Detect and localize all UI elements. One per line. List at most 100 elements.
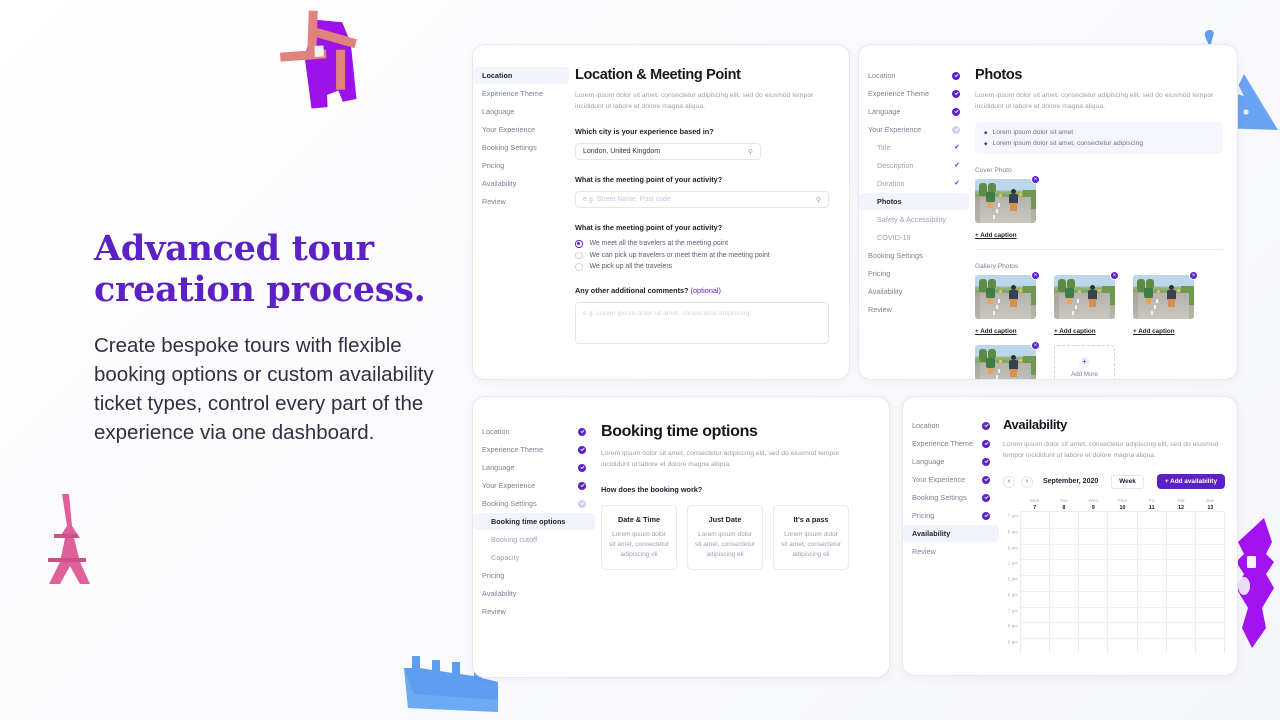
calendar-day-column[interactable] bbox=[1050, 512, 1080, 653]
sidebar-item-language[interactable]: Language bbox=[859, 103, 969, 120]
sidebar-item-experience-theme[interactable]: Experience Theme bbox=[473, 441, 595, 458]
sidebar-item-language[interactable]: Language bbox=[473, 103, 569, 120]
calendar-day-column[interactable] bbox=[1021, 512, 1051, 653]
sidebar-item-booking-settings[interactable]: Booking Settings bbox=[903, 489, 999, 506]
radio-button[interactable] bbox=[575, 251, 583, 259]
prev-week-button[interactable]: ‹ bbox=[1003, 475, 1015, 488]
radio-option[interactable]: We meet all the travelers at the meeting… bbox=[575, 240, 829, 248]
sidebar-item-safety-accessibility[interactable]: Safety & Accessibility bbox=[859, 211, 969, 228]
windmill-icon bbox=[279, 10, 357, 109]
wizard-nav-location[interactable]: Location Experience Theme Language Your Exp… bbox=[473, 45, 569, 379]
comments-textarea[interactable]: e.g. Lorem ipsum dolor sit amet, consect… bbox=[575, 301, 829, 344]
sidebar-item-booking-cutoff[interactable]: Booking cutoff bbox=[473, 531, 595, 548]
wizard-nav-availability[interactable]: Location Experience Theme Language Your Exp… bbox=[903, 397, 999, 675]
sidebar-item-label: Location bbox=[482, 71, 513, 80]
calendar-day-column[interactable] bbox=[1167, 512, 1196, 653]
availability-calendar[interactable]: 7 am 8 am 9 am 1 pm 5 pm 6 pm 7 pm 8 pm 9 pm Mon… bbox=[1003, 499, 1225, 656]
sidebar-item-review[interactable]: Review bbox=[903, 543, 999, 560]
calendar-day-name: Sat bbox=[1177, 499, 1185, 504]
add-caption-link[interactable]: + Add caption bbox=[1133, 328, 1194, 335]
add-caption-link[interactable]: + Add caption bbox=[975, 232, 1223, 239]
sidebar-item-your-experience[interactable]: Your Experience bbox=[473, 477, 595, 494]
calendar-day-column[interactable] bbox=[1138, 512, 1167, 653]
remove-photo-button[interactable]: × bbox=[1031, 341, 1040, 350]
cyclist-photo bbox=[975, 275, 1036, 319]
radio-button[interactable] bbox=[575, 240, 583, 248]
booking-option-tile[interactable]: Just Date Lorem ipsum dolor sit amet, con… bbox=[687, 505, 763, 571]
sidebar-item-label: Review bbox=[482, 607, 506, 616]
remove-photo-button[interactable]: × bbox=[1189, 271, 1198, 280]
radio-option[interactable]: We can pick up travelers or meet them at… bbox=[575, 251, 829, 259]
booking-option-tile[interactable]: It's a pass Lorem ipsum dolor sit amet, c… bbox=[773, 505, 849, 571]
photo-thumbnail[interactable]: × + Add caption bbox=[975, 175, 1223, 239]
calendar-day-column[interactable] bbox=[1108, 512, 1138, 653]
sidebar-item-pricing[interactable]: Pricing bbox=[473, 157, 569, 174]
meeting-point-input[interactable]: e.g. Street Name, Post code ⚲ bbox=[575, 191, 829, 208]
sidebar-item-title[interactable]: Title ✓ bbox=[859, 139, 969, 156]
sidebar-item-review[interactable]: Review bbox=[473, 603, 595, 620]
remove-photo-button[interactable]: × bbox=[1110, 271, 1119, 280]
next-week-button[interactable]: › bbox=[1021, 475, 1033, 488]
sidebar-item-pricing[interactable]: Pricing bbox=[903, 507, 999, 524]
hero-body: Create bespoke tours with flexible booki… bbox=[94, 333, 434, 444]
sidebar-item-availability[interactable]: Availability bbox=[859, 283, 969, 300]
sidebar-item-description[interactable]: Description ✓ bbox=[859, 157, 969, 174]
sidebar-item-availability[interactable]: Availability bbox=[473, 585, 595, 602]
sidebar-item-covid-19[interactable]: COVID-19 bbox=[859, 229, 969, 246]
sidebar-item-location[interactable]: Location bbox=[473, 67, 569, 84]
calendar-view-select[interactable]: Week bbox=[1111, 474, 1144, 489]
sidebar-item-review[interactable]: Review bbox=[473, 193, 569, 210]
sidebar-item-booking-settings[interactable]: Booking Settings bbox=[473, 495, 595, 512]
add-caption-link[interactable]: + Add caption bbox=[975, 328, 1036, 335]
sidebar-item-review[interactable]: Review bbox=[859, 301, 969, 318]
sidebar-item-location[interactable]: Location bbox=[473, 423, 595, 440]
sidebar-item-your-experience[interactable]: Your Experience bbox=[473, 121, 569, 138]
sidebar-item-language[interactable]: Language bbox=[473, 459, 595, 476]
wizard-nav-photos[interactable]: Location Experience Theme Language Your Exp… bbox=[859, 45, 969, 379]
sidebar-item-label: Availability bbox=[868, 287, 903, 296]
sidebar-item-booking-settings[interactable]: Booking Settings bbox=[859, 247, 969, 264]
sidebar-item-location[interactable]: Location bbox=[903, 417, 999, 434]
radio-button[interactable] bbox=[575, 263, 583, 271]
sidebar-item-language[interactable]: Language bbox=[903, 453, 999, 470]
meeting-mode-radio-group[interactable]: We meet all the travelers at the meeting… bbox=[575, 240, 829, 271]
sidebar-item-availability[interactable]: Availability bbox=[903, 525, 999, 542]
calendar-day-column[interactable] bbox=[1079, 512, 1109, 653]
remove-photo-button[interactable]: × bbox=[1031, 175, 1040, 184]
sidebar-item-label: Pricing bbox=[482, 571, 505, 580]
photo-thumbnail[interactable]: × + Add caption bbox=[1133, 271, 1198, 335]
sidebar-item-capacity[interactable]: Capacity bbox=[473, 549, 595, 566]
sidebar-item-experience-theme[interactable]: Experience Theme bbox=[859, 85, 969, 102]
city-input[interactable]: London, United Kingdom ⚲ bbox=[575, 143, 761, 160]
sidebar-item-location[interactable]: Location bbox=[859, 67, 969, 84]
photo-thumbnail[interactable]: ×+ Add caption bbox=[975, 341, 1040, 379]
sidebar-item-your-experience[interactable]: Your Experience bbox=[859, 121, 969, 138]
sidebar-item-your-experience[interactable]: Your Experience bbox=[903, 471, 999, 488]
sidebar-item-experience-theme[interactable]: Experience Theme bbox=[903, 435, 999, 452]
sidebar-item-duration[interactable]: Duration ✓ bbox=[859, 175, 969, 192]
card-location-meeting-point: Location Experience Theme Language Your Exp… bbox=[472, 44, 850, 380]
sidebar-item-availability[interactable]: Availability bbox=[473, 175, 569, 192]
calendar-day-column[interactable] bbox=[1196, 512, 1225, 653]
add-caption-link[interactable]: + Add caption bbox=[1054, 328, 1115, 335]
remove-photo-button[interactable]: × bbox=[1031, 271, 1040, 280]
wizard-nav-booking[interactable]: Location Experience Theme Language Your Exp… bbox=[473, 397, 595, 677]
calendar-day-name: Sun bbox=[1206, 499, 1215, 504]
photo-thumbnail[interactable]: × + Add caption bbox=[1054, 271, 1119, 335]
add-more-photos-button[interactable]: + Add More bbox=[1054, 345, 1115, 379]
sidebar-item-booking-settings[interactable]: Booking Settings bbox=[473, 139, 569, 156]
calendar-slot-area[interactable] bbox=[1020, 511, 1225, 653]
photo-thumbnail[interactable]: × + Add caption bbox=[975, 271, 1040, 335]
sidebar-item-booking-time-options[interactable]: Booking time options bbox=[473, 513, 595, 530]
sidebar-item-pricing[interactable]: Pricing bbox=[859, 265, 969, 282]
radio-option[interactable]: We pick up all the travelers bbox=[575, 263, 829, 271]
sidebar-item-pricing[interactable]: Pricing bbox=[473, 567, 595, 584]
sidebar-item-photos[interactable]: Photos bbox=[859, 193, 969, 210]
calendar-month-label: September, 2020 bbox=[1043, 478, 1099, 485]
diamond-bullet-icon bbox=[984, 131, 988, 135]
add-availability-button[interactable]: + Add availability bbox=[1156, 474, 1225, 489]
eiffel-tower-icon bbox=[48, 494, 90, 584]
sidebar-item-experience-theme[interactable]: Experience Theme bbox=[473, 85, 569, 102]
meeting-point-placeholder: e.g. Street Name, Post code bbox=[583, 196, 671, 203]
booking-option-tile[interactable]: Date & Time Lorem ipsum dolor sit amet, c… bbox=[601, 505, 677, 571]
